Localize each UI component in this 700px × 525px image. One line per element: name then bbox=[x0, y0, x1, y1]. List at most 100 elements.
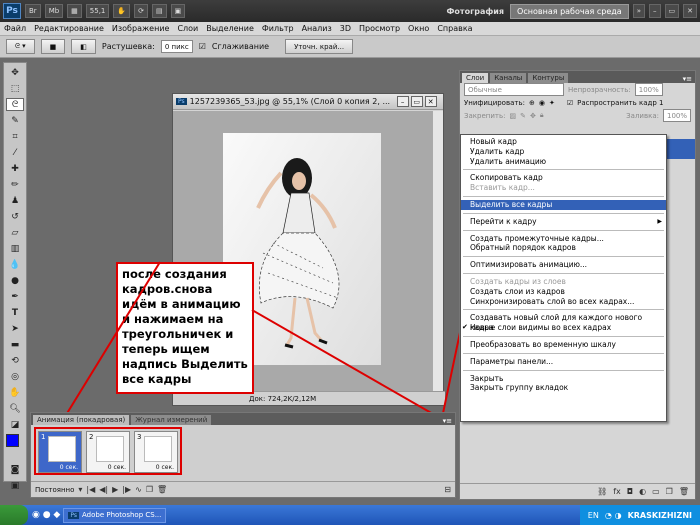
add-selection-icon[interactable]: ◧ bbox=[71, 39, 96, 54]
menu-3d[interactable]: 3D bbox=[336, 24, 355, 33]
taskbar-photoshop-button[interactable]: Ps Adobe Photoshop CS... bbox=[63, 507, 167, 523]
menu-window[interactable]: Окно bbox=[404, 24, 433, 33]
fill-input[interactable]: 100% bbox=[662, 109, 691, 122]
tab-measurement-log[interactable]: Журнал измерений bbox=[131, 415, 212, 425]
quick-select-icon[interactable]: ✎ bbox=[6, 114, 24, 127]
unify-visibility-icon[interactable]: ◉ bbox=[539, 99, 545, 107]
quick-mask-icon[interactable]: ◙ bbox=[6, 463, 24, 476]
rotate-view-button[interactable]: ⟳ bbox=[134, 4, 148, 18]
menu-item[interactable]: Новые слои видимы во всех кадрах ✔ bbox=[461, 323, 666, 333]
minimize-button[interactable]: – bbox=[649, 4, 661, 18]
link-layers-icon[interactable]: ⛓ bbox=[597, 487, 607, 496]
layer-selected-strip[interactable] bbox=[667, 139, 695, 159]
menu-item[interactable]: Выделить все кадры bbox=[461, 199, 666, 210]
feather-input[interactable]: 0 пикс bbox=[160, 40, 193, 53]
antialias-checkbox[interactable]: ☑ bbox=[199, 42, 206, 51]
menu-item[interactable]: Преобразовать во временную шкалу bbox=[461, 340, 666, 350]
menu-view[interactable]: Просмотр bbox=[355, 24, 404, 33]
view-extras-button[interactable]: ▦ bbox=[67, 4, 82, 18]
doc-maximize-button[interactable]: ▭ bbox=[410, 96, 423, 107]
3d-camera-icon[interactable]: ◎ bbox=[6, 370, 24, 383]
lasso-tool-icon[interactable]: ᘓ bbox=[6, 98, 24, 111]
healing-brush-icon[interactable]: ✚ bbox=[6, 162, 24, 175]
loop-dropdown-icon[interactable]: ▾ bbox=[78, 485, 82, 494]
screen-mode-button[interactable]: ▣ bbox=[170, 4, 186, 18]
doc-minimize-button[interactable]: – bbox=[396, 96, 409, 107]
frame-delay[interactable]: 0 сек. bbox=[108, 464, 126, 471]
lock-pixels-icon[interactable]: ▨ bbox=[509, 112, 516, 120]
shape-tool-icon[interactable]: ▬ bbox=[6, 338, 24, 351]
menu-item[interactable]: Перейти к кадру ▶ bbox=[461, 217, 666, 227]
start-button[interactable] bbox=[0, 505, 28, 525]
lasso-preset-icon[interactable]: ᘓ ▾ bbox=[6, 39, 35, 54]
menu-item[interactable]: Синхронизировать слой во всех кадрах... bbox=[461, 297, 666, 307]
play-icon[interactable]: ▶ bbox=[112, 485, 118, 494]
menu-item[interactable]: Параметры панели... bbox=[461, 357, 666, 367]
menu-item[interactable]: Новый кадр bbox=[461, 137, 666, 147]
menu-file[interactable]: Файл bbox=[0, 24, 30, 33]
marquee-tool-icon[interactable]: ⬚ bbox=[6, 82, 24, 95]
dodge-tool-icon[interactable]: ● bbox=[6, 274, 24, 287]
duplicate-frame-icon[interactable]: ❐ bbox=[146, 485, 153, 494]
propagate-checkbox[interactable]: ☑ bbox=[567, 99, 573, 107]
menu-item[interactable]: Скопировать кадр bbox=[461, 173, 666, 183]
loop-select[interactable]: Постоянно bbox=[35, 486, 74, 494]
menu-item[interactable]: Создать слои из кадров bbox=[461, 287, 666, 297]
screen-mode-icon[interactable]: ▣ bbox=[6, 479, 24, 492]
hand-tool-button[interactable]: ✋ bbox=[113, 4, 131, 18]
type-tool-icon[interactable]: T bbox=[6, 306, 24, 319]
unify-position-icon[interactable]: ⊕ bbox=[529, 99, 535, 107]
delete-frame-icon[interactable]: 🗑︎ bbox=[157, 485, 167, 494]
menu-item[interactable]: Создавать новый слой для каждого нового … bbox=[461, 313, 666, 332]
hand-tool-icon[interactable]: ✋ bbox=[6, 386, 24, 399]
zoom-level[interactable]: 55,1 bbox=[85, 4, 110, 18]
workspace-label[interactable]: Фотография bbox=[447, 7, 505, 16]
default-colors-icon[interactable]: ◪ bbox=[6, 418, 24, 431]
panel-menu-icon[interactable]: ▾≡ bbox=[443, 417, 455, 425]
menu-analysis[interactable]: Анализ bbox=[298, 24, 336, 33]
menu-item[interactable]: Удалить анимацию bbox=[461, 157, 666, 167]
path-select-icon[interactable]: ➤ bbox=[6, 322, 24, 335]
unify-style-icon[interactable]: ✦ bbox=[549, 99, 555, 107]
menu-filter[interactable]: Фильтр bbox=[258, 24, 298, 33]
blur-tool-icon[interactable]: 💧 bbox=[6, 258, 24, 271]
clone-stamp-icon[interactable]: ♟ bbox=[6, 194, 24, 207]
animation-frame[interactable]: 3 0 сек. bbox=[134, 431, 178, 473]
arrange-documents-button[interactable]: ▤ bbox=[151, 4, 167, 18]
menu-item[interactable]: Закрыть группу вкладок bbox=[461, 383, 666, 393]
menu-item[interactable]: Создать промежуточные кадры... bbox=[461, 234, 666, 244]
animation-frame[interactable]: 2 0 сек. bbox=[86, 431, 130, 473]
doc-close-button[interactable]: ✕ bbox=[424, 96, 437, 107]
close-button[interactable]: ✕ bbox=[683, 4, 697, 18]
vertical-scrollbar[interactable] bbox=[432, 111, 443, 393]
restore-button[interactable]: ▭ bbox=[664, 4, 680, 18]
tab-channels[interactable]: Каналы bbox=[490, 73, 527, 83]
opacity-input[interactable]: 100% bbox=[634, 83, 663, 96]
lock-paint-icon[interactable]: ✎ bbox=[520, 112, 526, 120]
next-frame-icon[interactable]: |▶ bbox=[122, 485, 131, 494]
menu-item[interactable]: Обратный порядок кадров bbox=[461, 243, 666, 253]
menu-item[interactable]: Оптимизировать анимацию... bbox=[461, 260, 666, 270]
tab-animation[interactable]: Анимация (покадровая) bbox=[33, 415, 130, 425]
frame-delay[interactable]: 0 сек. bbox=[60, 464, 78, 471]
tab-paths[interactable]: Контуры bbox=[528, 73, 569, 83]
quicklaunch-icon[interactable]: ◉ ● ◆ bbox=[32, 510, 60, 520]
workspace-switcher[interactable]: Основная рабочая среда bbox=[510, 3, 629, 19]
menu-image[interactable]: Изображение bbox=[108, 24, 174, 33]
move-tool-icon[interactable]: ✥ bbox=[6, 66, 24, 79]
new-selection-icon[interactable]: ■ bbox=[40, 39, 66, 54]
lock-position-icon[interactable]: ✥ bbox=[530, 112, 536, 120]
menu-item[interactable]: Закрыть bbox=[461, 374, 666, 384]
refine-edge-button[interactable]: Уточн. край... bbox=[285, 39, 354, 54]
brush-tool-icon[interactable]: ✏ bbox=[6, 178, 24, 191]
prev-frame-icon[interactable]: ◀| bbox=[99, 485, 108, 494]
first-frame-icon[interactable]: |◀ bbox=[86, 485, 95, 494]
blend-mode-select[interactable]: Обычные bbox=[464, 83, 564, 96]
timeline-convert-icon[interactable]: ⊟ bbox=[444, 485, 451, 494]
tab-layers[interactable]: Слои bbox=[462, 73, 489, 83]
pen-tool-icon[interactable]: ✒ bbox=[6, 290, 24, 303]
bridge-button[interactable]: Br bbox=[25, 4, 41, 18]
animation-frame[interactable]: 1 0 сек. bbox=[38, 431, 82, 473]
menu-edit[interactable]: Редактирование bbox=[30, 24, 108, 33]
delete-layer-icon[interactable]: 🗑︎ bbox=[679, 487, 689, 496]
